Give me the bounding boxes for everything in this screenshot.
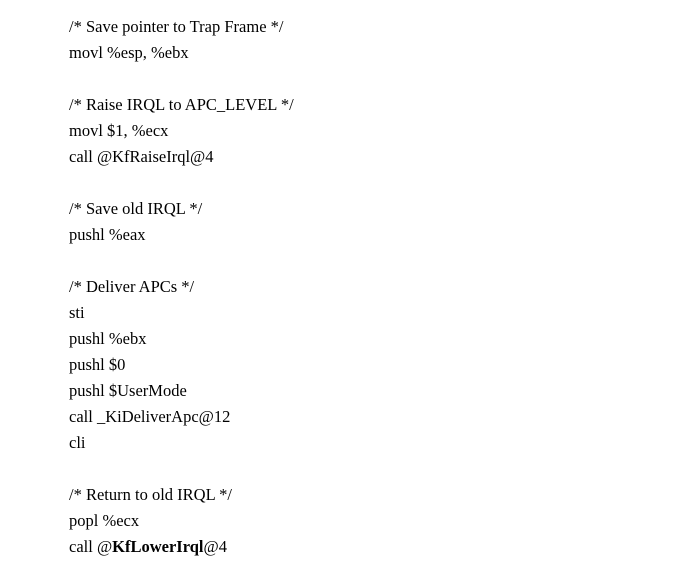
code-text: pushl %ebx xyxy=(69,329,147,348)
code-line: /* Save old IRQL */ xyxy=(69,196,669,222)
code-line: popl %ecx xyxy=(69,508,669,534)
code-line: /* Raise IRQL to APC_LEVEL */ xyxy=(69,92,669,118)
code-line: /* Save pointer to Trap Frame */ xyxy=(69,14,669,40)
code-text: cli xyxy=(69,433,86,452)
code-line: pushl %eax xyxy=(69,222,669,248)
code-text: call @KfRaiseIrql@4 xyxy=(69,147,214,166)
code-text: movl %esp, %ebx xyxy=(69,43,189,62)
code-text: @4 xyxy=(203,537,227,556)
code-line: call @KfRaiseIrql@4 xyxy=(69,144,669,170)
code-text: pushl %eax xyxy=(69,225,146,244)
code-line: movl %esp, %ebx xyxy=(69,40,669,66)
code-line: pushl $0 xyxy=(69,352,669,378)
code-text: /* Save pointer to Trap Frame */ xyxy=(69,17,284,36)
code-line: call @KfLowerIrql@4 xyxy=(69,534,669,560)
code-text: call @ xyxy=(69,537,113,556)
code-text: pushl $UserMode xyxy=(69,381,187,400)
code-text: /* Return to old IRQL */ xyxy=(69,485,233,504)
code-line: /* Deliver APCs */ xyxy=(69,274,669,300)
code-line: /* Return to old IRQL */ xyxy=(69,482,669,508)
code-line: sti xyxy=(69,300,669,326)
code-text: /* Save old IRQL */ xyxy=(69,199,203,218)
code-line: pushl %ebx xyxy=(69,326,669,352)
code-line: pushl $UserMode xyxy=(69,378,669,404)
code-line: call _KiDeliverApc@12 xyxy=(69,404,669,430)
code-text: movl $1, %ecx xyxy=(69,121,169,140)
code-line: movl $1, %ecx xyxy=(69,118,669,144)
code-text: /* Deliver APCs */ xyxy=(69,277,195,296)
code-text: call _KiDeliverApc@12 xyxy=(69,407,231,426)
code-line: cli xyxy=(69,430,669,456)
code-listing: /* Save pointer to Trap Frame */ movl %es… xyxy=(69,14,669,560)
code-text: pushl $0 xyxy=(69,355,126,374)
code-text: popl %ecx xyxy=(69,511,140,530)
code-text: sti xyxy=(69,303,85,322)
code-emphasis: KfLowerIrql xyxy=(112,537,204,556)
code-text: /* Raise IRQL to APC_LEVEL */ xyxy=(69,95,294,114)
